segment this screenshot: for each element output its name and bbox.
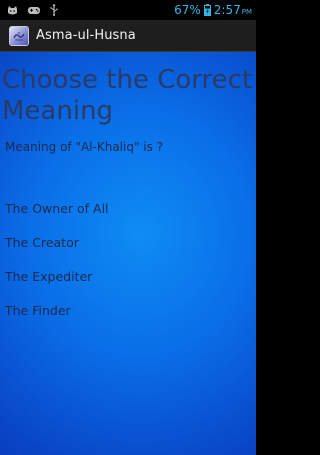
battery-icon — [203, 4, 211, 16]
action-bar: Asma-ul-Husna — [0, 20, 256, 52]
notification-icons — [0, 4, 58, 16]
usb-icon — [50, 4, 58, 16]
quiz-heading: Choose the Correct Meaning — [2, 65, 253, 126]
quiz-panel: Choose the Correct Meaning Meaning of "A… — [0, 52, 256, 455]
cat-notification-icon — [7, 5, 18, 16]
battery-percent: 67% — [174, 3, 201, 17]
quiz-question: Meaning of "Al-Khaliq" is ? — [5, 140, 164, 154]
status-indicators: 67% 2:57 PM — [174, 3, 256, 17]
clock-time: 2:57 — [213, 3, 241, 17]
answer-option-owner-of-all[interactable]: The Owner of All — [5, 201, 109, 216]
answer-option-creator[interactable]: The Creator — [5, 235, 79, 250]
clock-ampm: PM — [241, 7, 252, 16]
answer-option-expediter[interactable]: The Expediter — [5, 269, 92, 284]
gamepad-notification-icon — [27, 5, 41, 15]
answer-option-finder[interactable]: The Finder — [5, 303, 71, 318]
app-calligraphy-icon[interactable] — [9, 25, 29, 46]
status-bar: 67% 2:57 PM — [0, 0, 256, 20]
app-title: Asma-ul-Husna — [36, 28, 136, 43]
app-screen: 67% 2:57 PM Asma-ul-Husna Choose the Cor… — [0, 0, 256, 455]
